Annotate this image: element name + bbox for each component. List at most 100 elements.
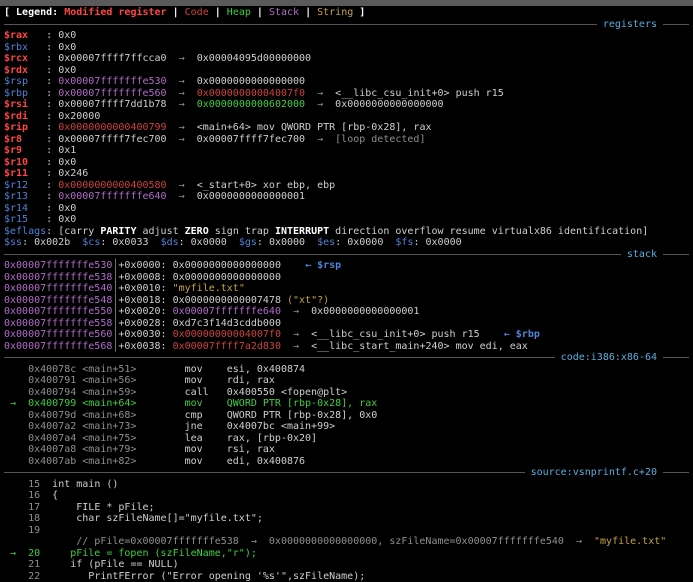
text-segment: $r9 [4,145,23,156]
reg-rsi: $rsi : 0x00007ffff7dd1b78 → 0x0000000000… [4,99,693,111]
text-segment: sign trap [208,225,275,237]
text-segment: → [305,133,336,145]
text-segment: "myfile.txt" [594,536,667,547]
reg-r11: $r11 : 0x246 [4,168,693,180]
text-segment: 0x00007ffff7dd1b78 [58,99,167,110]
text-segment: $r13 [4,191,29,202]
text-segment: 22 [4,570,89,582]
text-segment: <_start+0> xor ebp, ebp [196,179,336,191]
text-segment: 15 [4,478,53,490]
code-row: 0x4007ab <main+82> mov edi, 0x400876 [4,456,693,468]
text-segment: $rdx [4,64,29,76]
reg-rbx: $rbx : 0x0 [4,42,693,54]
text-segment: : [22,133,59,145]
text-segment: : [28,64,59,76]
text-segment: 0x4007a4 <main+75> [4,432,185,444]
text-segment: 0x0 [58,30,77,41]
text-segment: 0x00007fffffffe568 [4,340,113,352]
text-segment: $fs [395,237,414,248]
text-segment: mov edi, 0x400876 [184,455,306,467]
text-segment: mov rsi, rax [184,444,275,455]
text-segment: : [28,168,59,179]
text-segment: : [28,76,59,87]
text-segment: → [166,53,197,64]
text-segment: → [166,122,197,133]
text-segment: 0x246 [58,168,89,179]
text-segment: : [28,110,59,122]
text-segment: 0x4007ab <main+82> [4,455,185,467]
code-row: 0x4007a2 <main+73> jne 0x4007bc <main+99… [4,421,693,433]
text-segment: "myfile.txt" [172,283,245,294]
text-segment [281,260,305,271]
section-title: registers [602,18,657,30]
text-segment: : [28,53,59,64]
reg-rsp: $rsp : 0x00007fffffffe530 → 0x0000000000… [4,76,693,88]
text-segment: 0x0000000000007478 [172,294,281,306]
text-segment: → 20 pFile = fopen (szFileName,"r"); [4,547,257,559]
text-segment: if (pFile == NULL) [70,559,179,570]
text-segment: $es [317,237,336,248]
text-segment: → [280,306,312,317]
text-segment: → [166,191,197,202]
text-segment: 0x0000000000000001 [311,306,420,317]
code-row: 0x400791 <main+56> mov rdi, rax [4,375,693,387]
text-segment: : 0x0000 [256,237,318,248]
separator-line [663,23,689,25]
text-segment: Modified register [64,7,167,18]
text-segment: $rsp [4,76,29,87]
reg-rdi: $rdi : 0x20000 [4,111,693,123]
code-row: 0x4007a4 <main+75> lea rax, [rbp-0x20] [4,433,693,445]
text-segment: String [317,7,354,18]
text-segment: FILE * pFile; [52,501,155,513]
reg-rip: $rip : 0x0000000000400799 → <main+64> mo… [4,122,693,134]
text-segment: 0x00007fffffffe540 [4,283,113,294]
text-segment: $rbx [4,41,29,53]
text-segment: lea rax, [rbp-0x20] [184,432,318,444]
text-segment: <__libc_csu_init+0> push r15 [311,329,480,340]
separator-line [663,357,689,359]
stack-row: 0x00007fffffffe560│+0x0030: 0x0000000000… [4,329,693,341]
text-segment: // pFile=0x00007fffffffe538 → 0x00000000… [4,536,595,547]
text-segment: Code [184,7,209,18]
text-segment: $cs [82,237,101,248]
text-segment: 0x00007fffffffe538 [4,271,113,283]
text-segment: $r15 [4,214,29,225]
text-segment: 0x00000000004007f0 [172,329,281,340]
text-segment: 0x00004095d00000000 [196,53,312,64]
text-segment: 0x0000000000400799 [58,122,167,133]
text-segment: $r8 [4,133,23,145]
stack-row: 0x00007fffffffe550│+0x0020: 0x00007fffff… [4,306,693,318]
text-segment: $rax [4,30,29,41]
text-segment: : [28,122,59,133]
reg-r10: $r10 : 0x0 [4,157,693,169]
text-segment: : [28,30,59,41]
terminal-screen: [ Legend: Modified register | Code | Hea… [0,6,693,582]
text-segment: 0x00007ffff7a2d830 [172,340,281,352]
source-row: 21 if (pFile == NULL) [4,559,693,571]
text-segment: 0x0000000000000000 [196,76,306,87]
gdb-gef-terminal[interactable]: [ Legend: Modified register | Code | Hea… [0,0,693,582]
reg-rcx: $rcx : 0x00007ffff7ffcca0 → 0x00004095d0… [4,53,693,65]
text-segment: <main+64> mov QWORD PTR [rbp-0x28], rax [196,122,432,133]
text-segment: 0x0 [58,64,77,76]
text-segment: 0x4007a2 <main+73> [4,421,185,432]
text-segment: mov rdi, rax [184,375,275,386]
source-row-current: → 20 pFile = fopen (szFileName,"r"); [4,548,693,560]
text-segment: adjust [136,225,185,237]
text-segment: 0x00007fffffffe530 [4,260,113,271]
text-segment: $rip [4,122,29,133]
reg-r12: $r12 : 0x0000000000400580 → <_start+0> x… [4,180,693,192]
text-segment: 0x00007fffffffe560 [4,329,113,340]
separator-line [663,472,689,474]
stack-row: 0x00007fffffffe538│+0x0008: 0x0000000000… [4,272,693,284]
text-segment: → [305,99,336,110]
section-title: stack [626,248,657,260]
text-segment: → [166,99,197,110]
text-segment: 0x0000000000000000 [172,271,281,283]
text-segment: 0x00007fffffffe548 [4,294,113,306]
stack-row: 0x00007fffffffe568│+0x0038: 0x00007ffff7… [4,341,693,353]
text-segment: jne 0x4007bc <main+99> [184,421,336,432]
text-segment: $gs [238,237,257,248]
text-segment: 0x00007fffffffe558 [4,317,113,329]
text-segment: +0x0018: [118,294,173,306]
